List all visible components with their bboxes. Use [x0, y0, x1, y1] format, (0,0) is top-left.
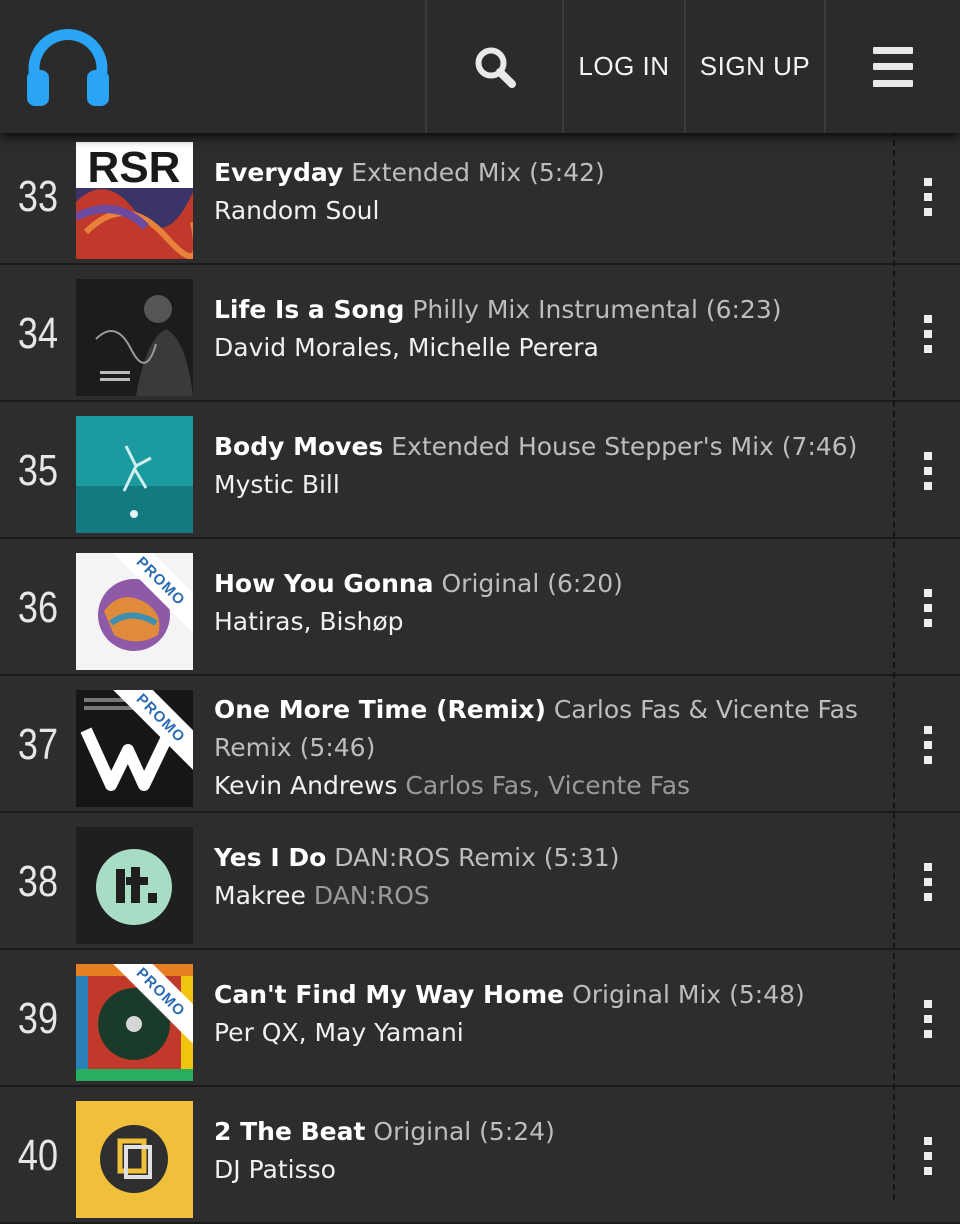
track-title[interactable]: Yes I Do	[214, 843, 326, 872]
track-row[interactable]: 35 Body Moves Extended House Stepper's M…	[0, 404, 960, 539]
track-title[interactable]: Everyday	[214, 158, 343, 187]
track-cover-art[interactable]	[76, 827, 193, 944]
track-artists[interactable]: DJ Patisso	[214, 1155, 336, 1184]
column-divider	[893, 130, 895, 1200]
track-rank: 37	[17, 719, 59, 769]
track-info: One More Time (Remix) Carlos Fas & Vicen…	[214, 691, 880, 805]
track-row[interactable]: 40 2 The Beat Original (5:24) DJ Patisso	[0, 1089, 960, 1224]
more-options-icon[interactable]	[912, 404, 944, 537]
track-info: 2 The Beat Original (5:24) DJ Patisso	[214, 1113, 880, 1189]
track-title[interactable]: One More Time (Remix)	[214, 695, 546, 724]
more-options-icon[interactable]	[912, 815, 944, 948]
more-options-icon[interactable]	[912, 130, 944, 263]
signup-label: SIGN UP	[699, 51, 811, 81]
track-info: How You Gonna Original (6:20) Hatiras, B…	[214, 565, 880, 641]
track-row[interactable]: 37 PROMO One More Time (Remix) Carlos Fa…	[0, 678, 960, 813]
track-info: Life Is a Song Philly Mix Instrumental (…	[214, 291, 880, 367]
track-row[interactable]: 38 Yes I Do DAN:ROS Remix (5:31) Makree …	[0, 815, 960, 950]
track-artists[interactable]: Per QX, May Yamani	[214, 1018, 464, 1047]
track-cover-art[interactable]: PROMO	[76, 553, 193, 670]
track-rank: 38	[17, 856, 59, 906]
track-cover-art[interactable]	[76, 279, 193, 396]
track-row[interactable]: 36 PROMO How You Gonna Original (6:20) H…	[0, 541, 960, 676]
more-options-icon[interactable]	[912, 678, 944, 811]
login-button[interactable]: LOG IN	[562, 0, 684, 133]
track-mix: Philly Mix Instrumental (6:23)	[412, 295, 782, 324]
track-info: Body Moves Extended House Stepper's Mix …	[214, 428, 880, 504]
track-rank: 40	[17, 1130, 59, 1180]
track-rank: 33	[17, 171, 59, 221]
track-artists[interactable]: Hatiras, Bishøp	[214, 607, 404, 636]
track-mix: Extended House Stepper's Mix (7:46)	[391, 432, 858, 461]
track-cover-art[interactable]: RSR	[76, 142, 193, 259]
track-title[interactable]: Life Is a Song	[214, 295, 404, 324]
track-title[interactable]: Can't Find My Way Home	[214, 980, 564, 1009]
login-label: LOG IN	[578, 51, 670, 81]
track-info: Everyday Extended Mix (5:42) Random Soul	[214, 154, 880, 230]
track-mix: DAN:ROS Remix (5:31)	[334, 843, 620, 872]
track-cover-art[interactable]: PROMO	[76, 964, 193, 1081]
track-info: Can't Find My Way Home Original Mix (5:4…	[214, 976, 880, 1052]
more-options-icon[interactable]	[912, 952, 944, 1085]
headphones-icon[interactable]	[22, 22, 114, 114]
track-mix: Original (5:24)	[373, 1117, 555, 1146]
track-mix: Original (6:20)	[441, 569, 623, 598]
more-options-icon[interactable]	[912, 1089, 944, 1222]
track-rank: 36	[17, 582, 59, 632]
top-nav-bar: LOG IN SIGN UP	[0, 0, 960, 133]
signup-button[interactable]: SIGN UP	[684, 0, 824, 133]
track-rank: 35	[17, 445, 59, 495]
track-cover-art[interactable]: PROMO	[76, 690, 193, 807]
cover-text: RSR	[88, 143, 181, 192]
track-mix: Extended Mix (5:42)	[351, 158, 605, 187]
track-cover-art[interactable]	[76, 416, 193, 533]
track-artists[interactable]: Kevin Andrews	[214, 771, 397, 800]
track-row[interactable]: 33 RSR Everyday Extended Mix (5:42) Rand…	[0, 130, 960, 265]
more-options-icon[interactable]	[912, 267, 944, 400]
track-row[interactable]: 34 Life Is a Song Philly Mix Instrumenta…	[0, 267, 960, 402]
more-options-icon[interactable]	[912, 541, 944, 674]
search-button[interactable]	[425, 0, 562, 133]
track-artists[interactable]: Makree	[214, 881, 306, 910]
track-remixers[interactable]: Carlos Fas, Vicente Fas	[405, 771, 690, 800]
track-cover-art[interactable]	[76, 1101, 193, 1218]
track-rank: 39	[17, 993, 59, 1043]
menu-button[interactable]	[824, 0, 960, 133]
track-artists[interactable]: Mystic Bill	[214, 470, 340, 499]
track-title[interactable]: 2 The Beat	[214, 1117, 365, 1146]
search-icon	[475, 47, 516, 88]
track-rank: 34	[17, 308, 59, 358]
track-artists[interactable]: Random Soul	[214, 196, 379, 225]
track-title[interactable]: How You Gonna	[214, 569, 434, 598]
track-row[interactable]: 39 PROMO Can't Find My Way Home Original…	[0, 952, 960, 1087]
track-info: Yes I Do DAN:ROS Remix (5:31) Makree DAN…	[214, 839, 880, 915]
track-title[interactable]: Body Moves	[214, 432, 383, 461]
track-remixers[interactable]: DAN:ROS	[314, 881, 430, 910]
track-mix: Original Mix (5:48)	[572, 980, 805, 1009]
track-artists[interactable]: David Morales, Michelle Perera	[214, 333, 599, 362]
hamburger-menu-icon	[873, 46, 913, 87]
